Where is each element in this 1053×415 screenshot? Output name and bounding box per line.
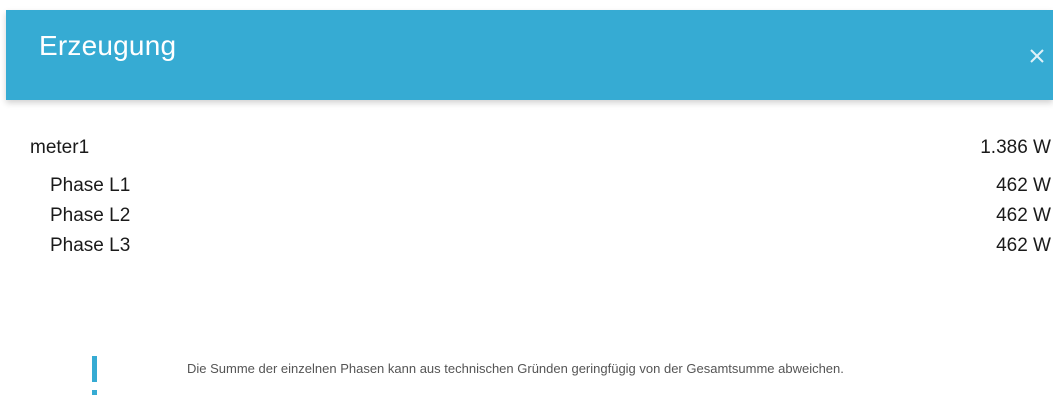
- phase-row-l3: Phase L3 462 W: [30, 232, 1051, 262]
- close-button[interactable]: [1025, 44, 1049, 68]
- meter-list: meter1 1.386 W Phase L1 462 W Phase L2 4…: [30, 134, 1051, 262]
- exclamation-icon: [92, 356, 97, 395]
- close-icon: [1030, 49, 1044, 63]
- phase-row-l1: Phase L1 462 W: [30, 172, 1051, 202]
- phase-value: 462 W: [996, 205, 1051, 226]
- dialog-header: Erzeugung: [6, 10, 1053, 100]
- phase-value: 462 W: [996, 175, 1051, 196]
- phase-label: Phase L2: [50, 205, 131, 226]
- meter-name: meter1: [30, 137, 90, 158]
- generation-dialog: Erzeugung meter1 1.386 W Phase L1 462 W …: [0, 0, 1053, 415]
- phase-label: Phase L1: [50, 175, 131, 196]
- dialog-title: Erzeugung: [39, 30, 177, 61]
- phase-row-l2: Phase L2 462 W: [30, 202, 1051, 232]
- note-text: Die Summe der einzelnen Phasen kann aus …: [187, 361, 844, 376]
- phase-label: Phase L3: [50, 235, 131, 256]
- meter-row: meter1 1.386 W: [30, 134, 1051, 172]
- meter-total: 1.386 W: [980, 137, 1051, 158]
- phase-value: 462 W: [996, 235, 1051, 256]
